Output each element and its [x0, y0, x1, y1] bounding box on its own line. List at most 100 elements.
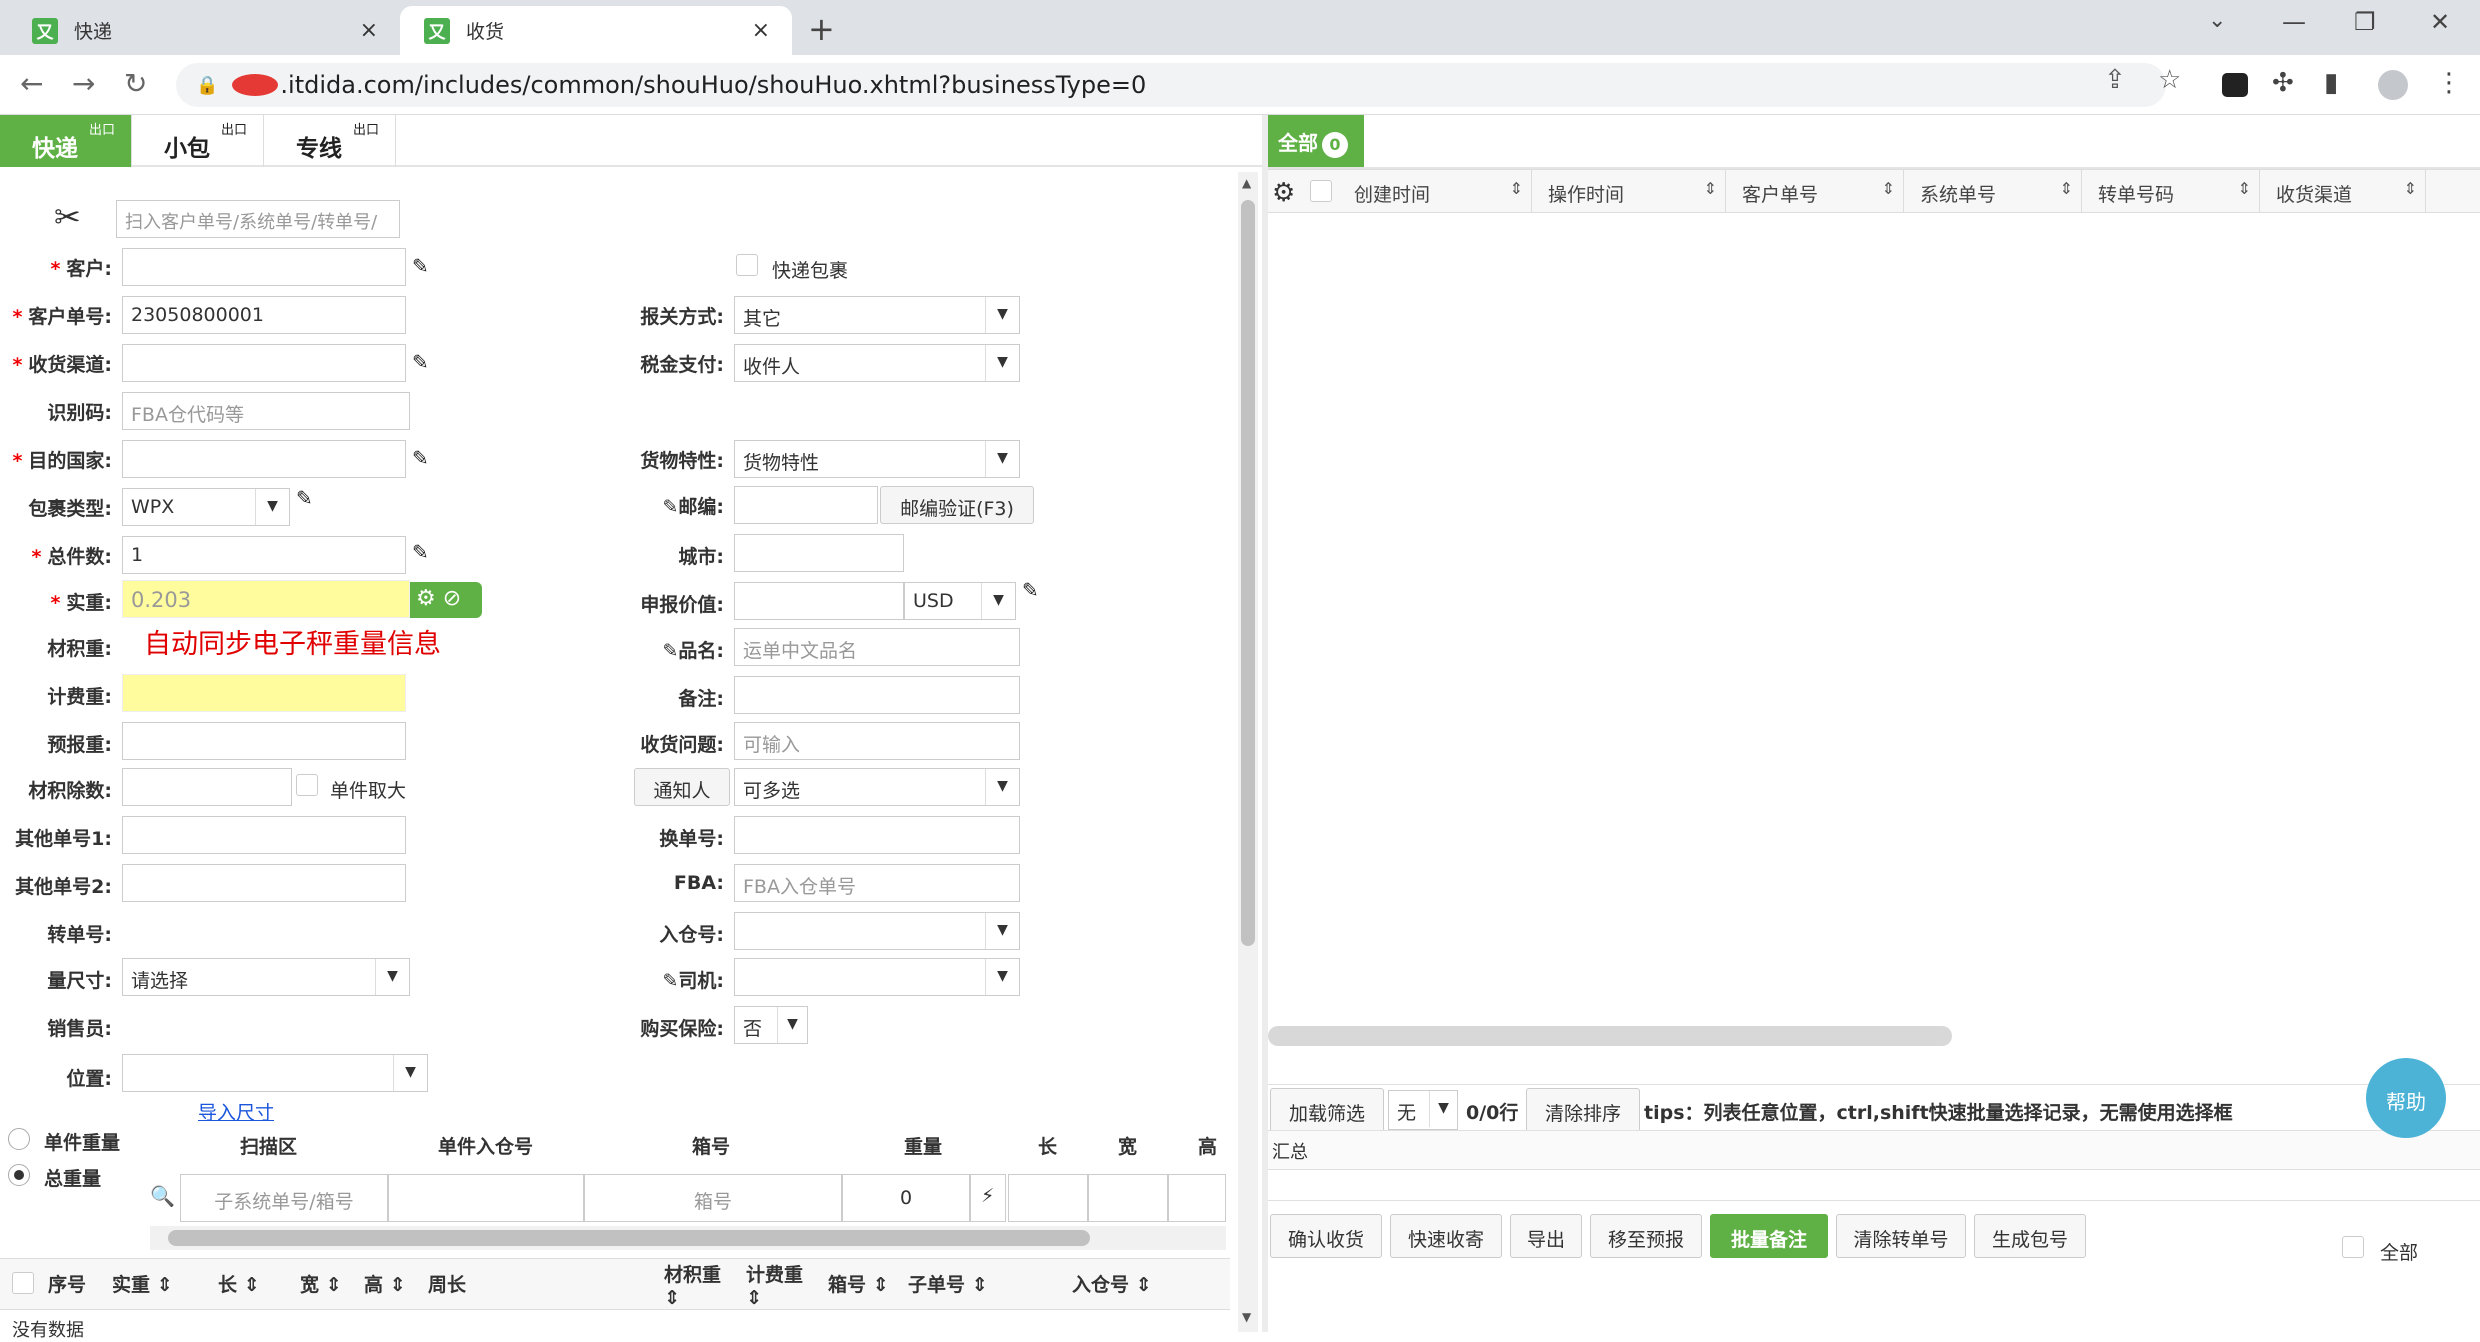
length-input[interactable] — [1008, 1174, 1088, 1222]
customer-no-field[interactable]: 23050800001 — [122, 296, 406, 334]
postcode-field[interactable] — [734, 486, 878, 524]
bookmark-star-icon[interactable]: ☆ — [2158, 65, 2181, 95]
customs-select[interactable]: 其它 ▼ — [734, 296, 1020, 334]
edit-pencil-icon[interactable]: ✎ — [412, 446, 429, 470]
profile-avatar[interactable] — [2378, 70, 2408, 100]
help-button[interactable]: 帮助 — [2366, 1058, 2446, 1138]
gear-icon[interactable]: ⚙ — [416, 586, 436, 611]
import-size-link[interactable]: 导入尺寸 — [198, 1098, 274, 1125]
issue-field[interactable]: 可输入 — [734, 722, 1020, 760]
insurance-select[interactable]: 否 ▼ — [734, 1006, 808, 1044]
country-field[interactable] — [122, 440, 406, 478]
batch-remark-button[interactable]: 批量备注 — [1710, 1214, 1828, 1258]
close-tab-icon[interactable]: × — [360, 18, 378, 43]
col-receive-channel[interactable]: 收货渠道 ⇕ — [2260, 170, 2426, 212]
restore-button[interactable]: ❐ — [2354, 8, 2376, 36]
clear-sort-button[interactable]: 清除排序 — [1526, 1088, 1640, 1132]
single-weight-radio[interactable] — [8, 1128, 30, 1150]
col-box[interactable]: 箱号 ⇕ — [828, 1270, 889, 1297]
channel-field[interactable] — [122, 344, 406, 382]
filter-select[interactable]: 无 ▼ — [1388, 1090, 1458, 1130]
single-max-checkbox[interactable] — [296, 774, 318, 796]
export-button[interactable]: 导出 — [1510, 1214, 1582, 1258]
col-actual-wt[interactable]: 实重 ⇕ — [112, 1270, 173, 1297]
col-perimeter[interactable]: 周长 — [428, 1270, 466, 1297]
tab-express[interactable]: 快递 出口 — [0, 115, 132, 167]
box-no-input[interactable]: 箱号 — [584, 1174, 842, 1222]
tab-special-line[interactable]: 专线 出口 — [264, 115, 396, 167]
close-window-button[interactable]: ✕ — [2430, 8, 2450, 36]
width-input[interactable] — [1088, 1174, 1168, 1222]
remark-field[interactable] — [734, 676, 1020, 714]
back-icon[interactable]: ← — [20, 67, 43, 100]
notify-button[interactable]: 通知人 — [634, 768, 730, 806]
location-select[interactable]: ▼ — [122, 1054, 428, 1092]
menu-kebab-icon[interactable]: ⋮ — [2436, 68, 2462, 98]
edit-pencil-icon[interactable]: ✎ — [412, 350, 429, 374]
col-system-no[interactable]: 系统单号 ⇕ — [1904, 170, 2082, 212]
sidepanel-icon[interactable]: ▮ — [2324, 68, 2338, 98]
gear-icon[interactable]: ⚙ — [1272, 178, 1295, 208]
tab-all[interactable]: 全部 0 — [1268, 115, 1364, 167]
edit-pencil-icon[interactable]: ✎ — [412, 540, 429, 564]
product-field[interactable]: 运单中文品名 — [734, 628, 1020, 666]
form-scrollbar-thumb[interactable] — [1241, 200, 1255, 946]
browser-tab-receiving[interactable]: 又 收货 × — [400, 6, 792, 55]
total-weight-radio[interactable] — [8, 1164, 30, 1186]
cancel-circle-icon[interactable]: ⊘ — [443, 586, 461, 611]
minimize-button[interactable]: — — [2282, 8, 2306, 36]
url-field[interactable]: 🔒 .itdida.com/includes/common/shouHuo/sh… — [176, 63, 2166, 107]
quick-send-button[interactable]: 快速收寄 — [1390, 1214, 1502, 1258]
other-no1-field[interactable] — [122, 816, 406, 854]
reload-icon[interactable]: ↻ — [124, 67, 147, 100]
col-operate-time[interactable]: 操作时间 ⇕ — [1532, 170, 1726, 212]
pkg-type-select[interactable]: WPX ▼ — [122, 488, 290, 526]
driver-select[interactable]: ▼ — [734, 958, 1020, 996]
col-warehouse-no[interactable]: 入仓号 ⇕ — [1072, 1270, 1152, 1297]
clear-transfer-button[interactable]: 清除转单号 — [1836, 1214, 1966, 1258]
measure-select[interactable]: 请选择 ▼ — [122, 958, 410, 996]
extension-icon[interactable] — [2222, 73, 2248, 97]
col-width[interactable]: 宽 ⇕ — [300, 1270, 342, 1297]
edit-pencil-icon[interactable]: ✎ — [296, 486, 313, 510]
share-icon[interactable]: ⇪ — [2104, 65, 2126, 95]
tab-search-icon[interactable]: ⌄ — [2208, 8, 2226, 33]
actual-weight-field[interactable]: 0.203 — [122, 580, 410, 618]
col-length[interactable]: 长 ⇕ — [218, 1270, 260, 1297]
fba-field[interactable]: FBA入仓单号 — [734, 864, 1020, 902]
postcode-verify-button[interactable]: 邮编验证(F3) — [880, 486, 1034, 524]
tab-small-package[interactable]: 小包 出口 — [132, 115, 264, 167]
col-charge-wt[interactable]: 计费重 ⇕ — [746, 1260, 803, 1309]
declare-value-field[interactable] — [734, 582, 904, 620]
gen-package-no-button[interactable]: 生成包号 — [1974, 1214, 2086, 1258]
edit-pencil-icon[interactable]: ✎ — [412, 254, 429, 278]
sub-no-input[interactable]: 子系统单号/箱号 — [180, 1174, 388, 1222]
vol-divisor-field[interactable] — [122, 768, 292, 806]
col-transfer-no[interactable]: 转单号码 ⇕ — [2082, 170, 2260, 212]
weight-input[interactable]: 0 — [842, 1174, 970, 1222]
currency-select[interactable]: USD ▼ — [904, 582, 1016, 620]
select-all-checkbox[interactable] — [12, 1272, 34, 1294]
col-vol-wt[interactable]: 材积重 ⇕ — [664, 1260, 721, 1309]
swap-no-field[interactable] — [734, 816, 1020, 854]
forward-icon[interactable]: → — [72, 67, 95, 100]
dims-scrollbar-thumb[interactable] — [168, 1230, 1090, 1246]
edit-pencil-icon[interactable]: ✎ — [1022, 578, 1039, 602]
total-pcs-field[interactable]: 1 — [122, 536, 406, 574]
load-filter-button[interactable]: 加载筛选 — [1270, 1088, 1384, 1132]
express-pkg-checkbox[interactable] — [736, 254, 758, 276]
col-customer-no[interactable]: 客户单号 ⇕ — [1726, 170, 1904, 212]
lightning-icon[interactable]: ⚡ — [970, 1174, 1006, 1222]
close-tab-icon[interactable]: × — [752, 18, 770, 43]
goods-select[interactable]: 货物特性 ▼ — [734, 440, 1020, 478]
col-height[interactable]: 高 ⇕ — [364, 1270, 406, 1297]
grid-hscroll-thumb[interactable] — [1268, 1026, 1952, 1046]
other-no2-field[interactable] — [122, 864, 406, 902]
col-seq[interactable]: 序号 — [48, 1270, 86, 1297]
scan-input[interactable]: 扫入客户单号/系统单号/转单号/ — [116, 200, 400, 238]
grid-select-all-checkbox[interactable] — [1310, 180, 1332, 202]
confirm-receive-button[interactable]: 确认收货 — [1270, 1214, 1382, 1258]
move-forecast-button[interactable]: 移至预报 — [1590, 1214, 1702, 1258]
col-create-time[interactable]: 创建时间 ⇕ — [1338, 170, 1532, 212]
idcode-field[interactable]: FBA仓代码等 — [122, 392, 410, 430]
